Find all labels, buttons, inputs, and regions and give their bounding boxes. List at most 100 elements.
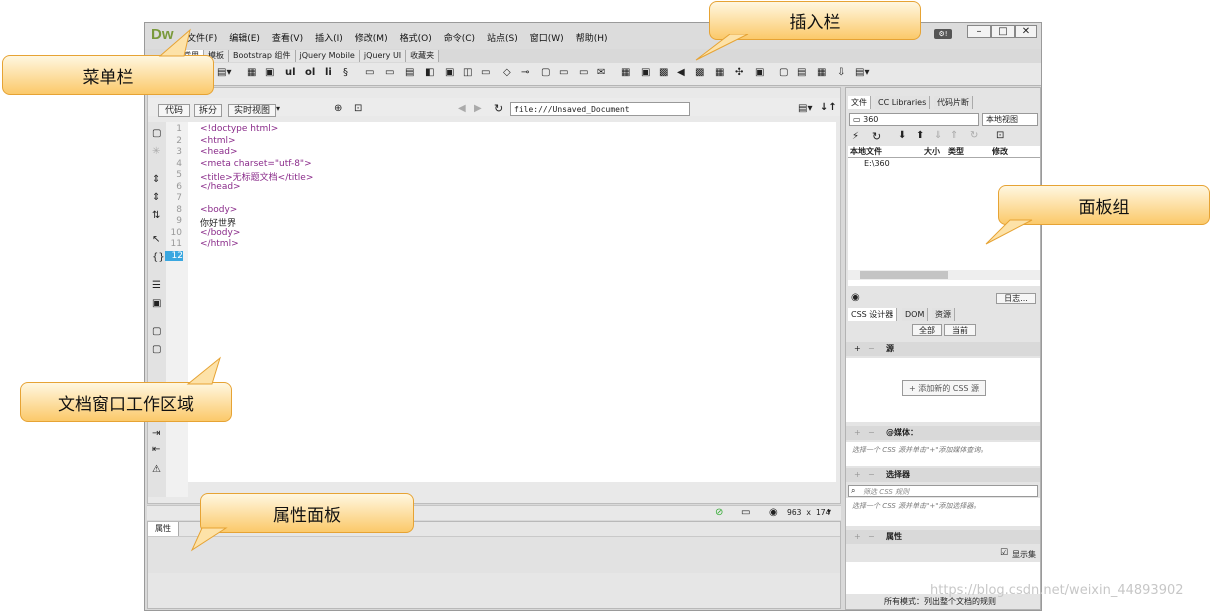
media-icon[interactable]: ▣ bbox=[641, 67, 650, 78]
menu-help[interactable]: 帮助(H) bbox=[570, 31, 614, 44]
refresh-icon[interactable]: ↻ bbox=[494, 102, 503, 115]
forward-icon[interactable]: ▶ bbox=[474, 103, 482, 114]
connect-icon[interactable]: ⚡ bbox=[852, 131, 859, 142]
log-button[interactable]: 日志... bbox=[996, 293, 1036, 304]
remove-icon[interactable]: − bbox=[868, 426, 875, 440]
date-icon[interactable]: ▦ bbox=[817, 67, 826, 78]
column-size[interactable]: 大小 bbox=[924, 146, 940, 157]
window-size-readout[interactable]: 963 x 174 bbox=[787, 508, 830, 517]
form-icon[interactable]: ▢ bbox=[779, 67, 788, 78]
view-select[interactable]: 本地视图 bbox=[982, 113, 1038, 126]
div-icon[interactable]: ▤▾ bbox=[217, 67, 231, 78]
image-icon[interactable]: ▦ bbox=[247, 67, 256, 78]
menu-insert[interactable]: 插入(I) bbox=[309, 31, 349, 44]
current-button[interactable]: 当前 bbox=[944, 324, 976, 336]
open-documents-icon[interactable]: ▢ bbox=[152, 128, 161, 139]
site-select[interactable]: ▭ 360 bbox=[849, 113, 979, 126]
checkin-icon[interactable]: ⇑ bbox=[950, 130, 958, 141]
remove-icon[interactable]: − bbox=[868, 468, 875, 482]
live-view-button[interactable]: 实时视图 bbox=[228, 104, 276, 117]
remove-icon[interactable]: − bbox=[868, 342, 875, 356]
footer-icon[interactable]: ▭ bbox=[481, 67, 490, 78]
image-icon[interactable]: ▣ bbox=[265, 67, 274, 78]
maximize-button[interactable]: □ bbox=[991, 25, 1015, 38]
ul-icon[interactable]: ul bbox=[285, 67, 296, 78]
plugin-icon[interactable]: ▩ bbox=[695, 67, 704, 78]
properties-tab[interactable]: 属性 bbox=[148, 522, 179, 536]
printer-icon[interactable]: ▤ bbox=[797, 67, 806, 78]
address-field[interactable]: file:///Unsaved_Document bbox=[510, 102, 690, 116]
remove-icon[interactable]: − bbox=[868, 530, 875, 544]
scroll-thumb[interactable] bbox=[860, 271, 948, 279]
tab-dom[interactable]: DOM bbox=[902, 308, 929, 321]
add-css-source-button[interactable]: + 添加新的 CSS 源 bbox=[902, 380, 986, 396]
file-management-icon[interactable]: ▤▾ bbox=[798, 103, 812, 114]
film-icon[interactable]: ▦ bbox=[621, 67, 630, 78]
insert-tab-bootstrap[interactable]: Bootstrap 组件 bbox=[229, 50, 296, 62]
add-icon[interactable]: + bbox=[854, 530, 861, 544]
checkout-icon[interactable]: ⇓ bbox=[934, 130, 942, 141]
iframe-icon[interactable]: ▣ bbox=[755, 67, 764, 78]
put-files-icon[interactable]: ⬆ bbox=[916, 130, 924, 141]
tab-snippets[interactable]: 代码片断 bbox=[934, 96, 973, 109]
aside-icon[interactable]: ◧ bbox=[425, 67, 434, 78]
apply-comment-icon[interactable]: ▢ bbox=[152, 326, 161, 337]
tab-cc-libraries[interactable]: CC Libraries bbox=[875, 96, 931, 109]
section-icon[interactable]: ◫ bbox=[463, 67, 472, 78]
sort-icon[interactable]: ↓↑ bbox=[820, 102, 837, 113]
filter-rules-input[interactable]: ⌕ 筛选 CSS 规则 bbox=[848, 485, 1038, 497]
horizontal-scrollbar[interactable] bbox=[848, 270, 1040, 280]
insert-tab-jquery-ui[interactable]: jQuery UI bbox=[359, 50, 407, 62]
show-set-checkbox[interactable]: ☑ bbox=[1000, 548, 1008, 558]
code-view-button[interactable]: 代码 bbox=[158, 104, 190, 117]
code-editor[interactable]: <!doctype html> <html> <head> <meta char… bbox=[188, 122, 836, 482]
insert-tab-jquery-mobile[interactable]: jQuery Mobile bbox=[295, 50, 360, 62]
key-icon[interactable]: ⊸ bbox=[521, 67, 529, 78]
get-files-icon[interactable]: ⬇ bbox=[898, 130, 906, 141]
add-icon[interactable]: + bbox=[854, 342, 861, 356]
menu-format[interactable]: 格式(O) bbox=[394, 31, 438, 44]
collapse-selection-icon[interactable]: ⇕ bbox=[152, 192, 160, 203]
monitor-icon[interactable]: ▭ bbox=[559, 67, 568, 78]
globe-icon[interactable]: ◉ bbox=[769, 507, 778, 518]
add-icon[interactable]: + bbox=[854, 468, 861, 482]
split-view-button[interactable]: 拆分 bbox=[194, 104, 222, 117]
menu-modify[interactable]: 修改(M) bbox=[349, 31, 394, 44]
header-icon[interactable]: ▭ bbox=[365, 67, 374, 78]
add-icon[interactable]: + bbox=[854, 426, 861, 440]
sync-settings-icon[interactable]: ⚙! bbox=[934, 29, 952, 39]
code-navigator-icon[interactable]: ⊡ bbox=[354, 103, 362, 114]
tab-css-designer[interactable]: CSS 设计器 bbox=[848, 308, 898, 321]
close-button[interactable]: ✕ bbox=[1015, 25, 1037, 38]
back-icon[interactable]: ◀ bbox=[458, 103, 466, 114]
column-type[interactable]: 类型 bbox=[948, 146, 964, 157]
show-code-navigator-icon[interactable]: ✳ bbox=[152, 146, 160, 157]
ol-icon[interactable]: ol bbox=[305, 67, 315, 78]
word-wrap-icon[interactable]: ▣ bbox=[152, 298, 161, 309]
root-folder[interactable]: E:\360 bbox=[864, 159, 890, 168]
li-icon[interactable]: li bbox=[325, 67, 332, 78]
all-button[interactable]: 全部 bbox=[912, 324, 942, 336]
sync-icon[interactable]: ↻ bbox=[970, 130, 978, 141]
line-numbers-icon[interactable]: ☰ bbox=[152, 280, 161, 291]
menu-commands[interactable]: 命令(C) bbox=[438, 31, 481, 44]
tab-files[interactable]: 文件 bbox=[848, 96, 871, 109]
expand-all-icon[interactable]: ⇅ bbox=[152, 210, 160, 221]
refresh-icon[interactable]: ↻ bbox=[872, 130, 881, 143]
menu-site[interactable]: 站点(S) bbox=[481, 31, 524, 44]
chevron-down-icon[interactable]: ▾ bbox=[276, 104, 280, 113]
insert-tab-favorites[interactable]: 收藏夹 bbox=[406, 50, 440, 62]
canvas-icon[interactable]: ▦ bbox=[715, 67, 724, 78]
anchor-icon[interactable]: § bbox=[343, 67, 348, 78]
menu-edit[interactable]: 编辑(E) bbox=[223, 31, 266, 44]
email-icon[interactable]: ✉ bbox=[597, 67, 605, 78]
main-icon[interactable]: ▤ bbox=[405, 67, 414, 78]
window-size-icon[interactable]: ▭ bbox=[741, 507, 750, 518]
indent-icon[interactable]: ⇥ bbox=[152, 428, 160, 439]
column-local-files[interactable]: 本地文件 bbox=[850, 146, 882, 157]
chevron-down-icon[interactable]: ▾ bbox=[827, 507, 831, 516]
tab-assets[interactable]: 资源 bbox=[932, 308, 955, 321]
template-icon[interactable]: ▤▾ bbox=[855, 67, 869, 78]
balance-braces-icon[interactable]: {} bbox=[152, 252, 165, 263]
article-icon[interactable]: ▣ bbox=[445, 67, 454, 78]
